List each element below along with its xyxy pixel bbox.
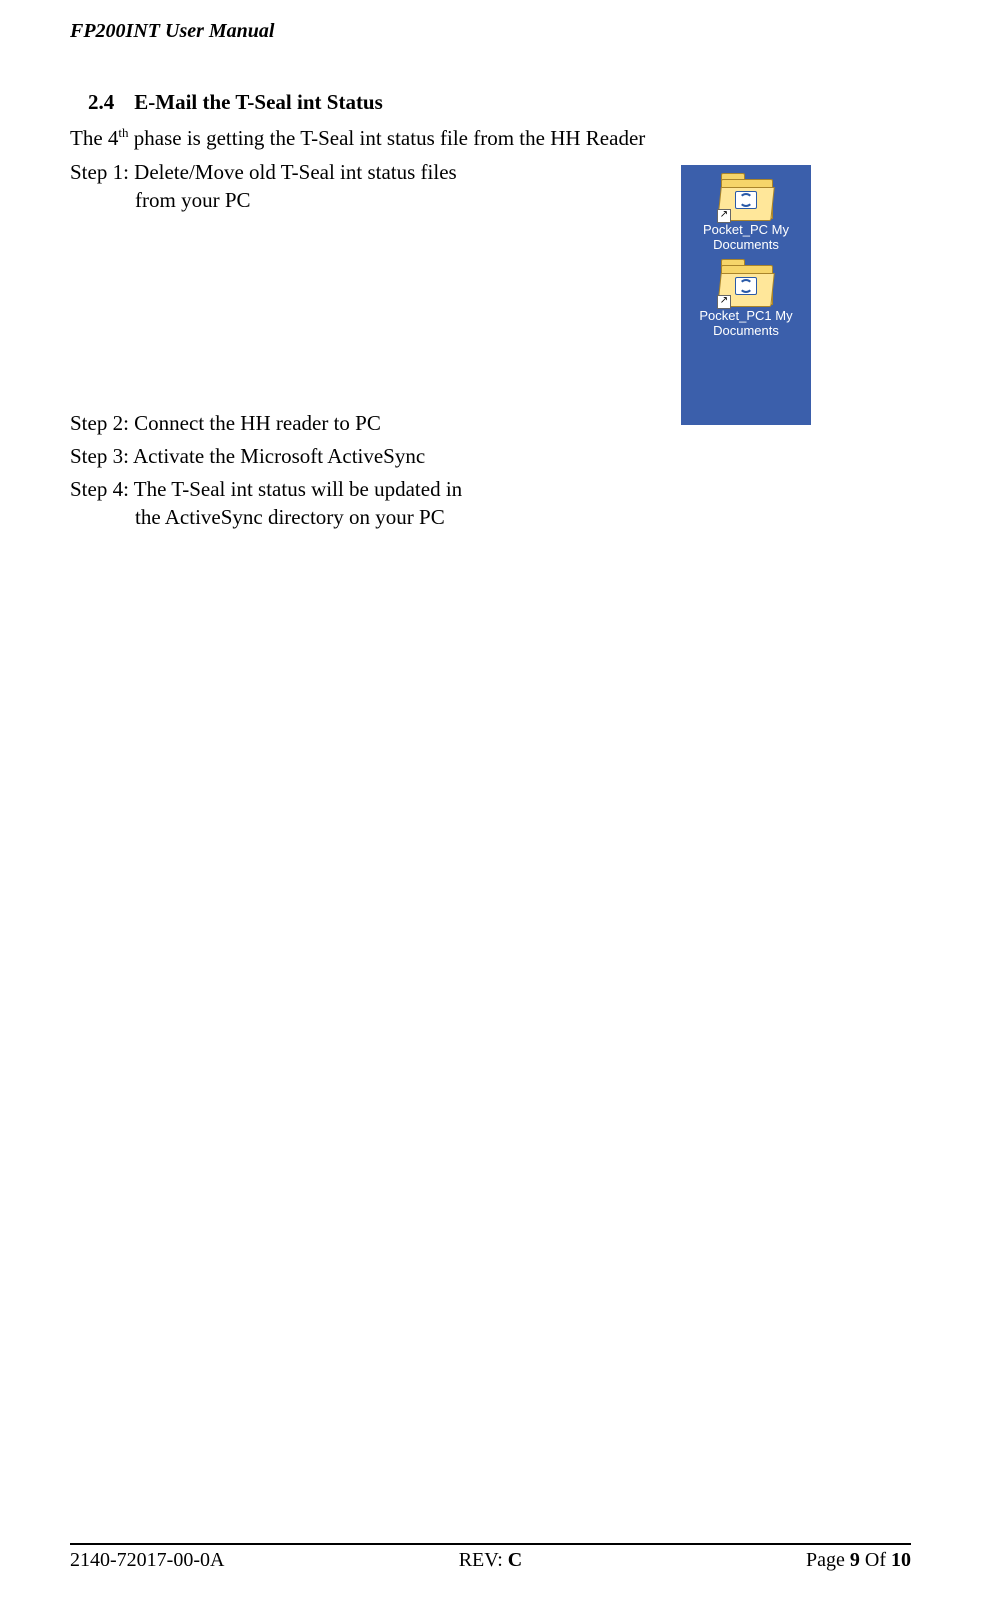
footer-page-label: Page <box>806 1549 850 1571</box>
footer-page-total: 10 <box>891 1549 911 1571</box>
step-1: Step 1: Delete/Move old T-Seal int statu… <box>70 159 675 214</box>
sync-arrows-icon <box>739 193 753 207</box>
sync-badge-icon <box>735 191 757 209</box>
section-title: E-Mail the T-Seal int Status <box>134 90 383 114</box>
shortcut-arrow-icon: ↗ <box>717 209 731 223</box>
document-page: FP200INT User Manual 2.4 E-Mail the T-Sea… <box>0 0 981 1602</box>
step-3: Step 3: Activate the Microsoft ActiveSyn… <box>70 443 610 470</box>
folder-sync-icon: ↗ <box>719 177 773 221</box>
footer-page-number: Page 9 Of 10 <box>631 1549 911 1572</box>
page-header-title: FP200INT User Manual <box>70 20 911 45</box>
step-1-line2: from your PC <box>135 188 251 212</box>
shortcut-arrow-icon: ↗ <box>717 295 731 309</box>
page-footer: 2140-72017-00-0A REV: C Page 9 Of 10 <box>70 1543 911 1602</box>
page-content: 2.4 E-Mail the T-Seal int Status The 4th … <box>70 45 911 1543</box>
step-2: Step 2: Connect the HH reader to PC <box>70 410 610 437</box>
footer-page-of: Of <box>860 1549 891 1571</box>
step-4: Step 4: The T-Seal int status will be up… <box>70 476 675 531</box>
desktop-icon-label-2: Pocket_PC1 My Documents <box>685 309 807 339</box>
step-4-line1: Step 4: The T-Seal int status will be up… <box>70 477 462 501</box>
section-heading: 2.4 E-Mail the T-Seal int Status <box>88 90 911 115</box>
intro-rest: phase is getting the T-Seal int status f… <box>129 126 646 150</box>
footer-revision: REV: C <box>350 1549 630 1572</box>
sync-arrows-icon <box>739 279 753 293</box>
desktop-icons-panel: ↗ Pocket_PC My Documents ↗ Pocket_PC1 My… <box>681 165 811 425</box>
sync-badge-icon <box>735 277 757 295</box>
section-number: 2.4 <box>88 90 114 115</box>
step-1-line1: Step 1: Delete/Move old T-Seal int statu… <box>70 160 457 184</box>
intro-superscript: th <box>118 125 128 140</box>
intro-paragraph: The 4th phase is getting the T-Seal int … <box>70 125 911 151</box>
intro-prefix: The 4 <box>70 126 118 150</box>
step-4-line2: the ActiveSync directory on your PC <box>135 505 445 529</box>
folder-sync-icon: ↗ <box>719 263 773 307</box>
footer-rev-label: REV: <box>459 1549 508 1571</box>
footer-rev-value: C <box>508 1549 522 1571</box>
footer-doc-number: 2140-72017-00-0A <box>70 1549 350 1572</box>
desktop-icon-label-1: Pocket_PC My Documents <box>685 223 807 253</box>
footer-page-current: 9 <box>850 1549 860 1571</box>
